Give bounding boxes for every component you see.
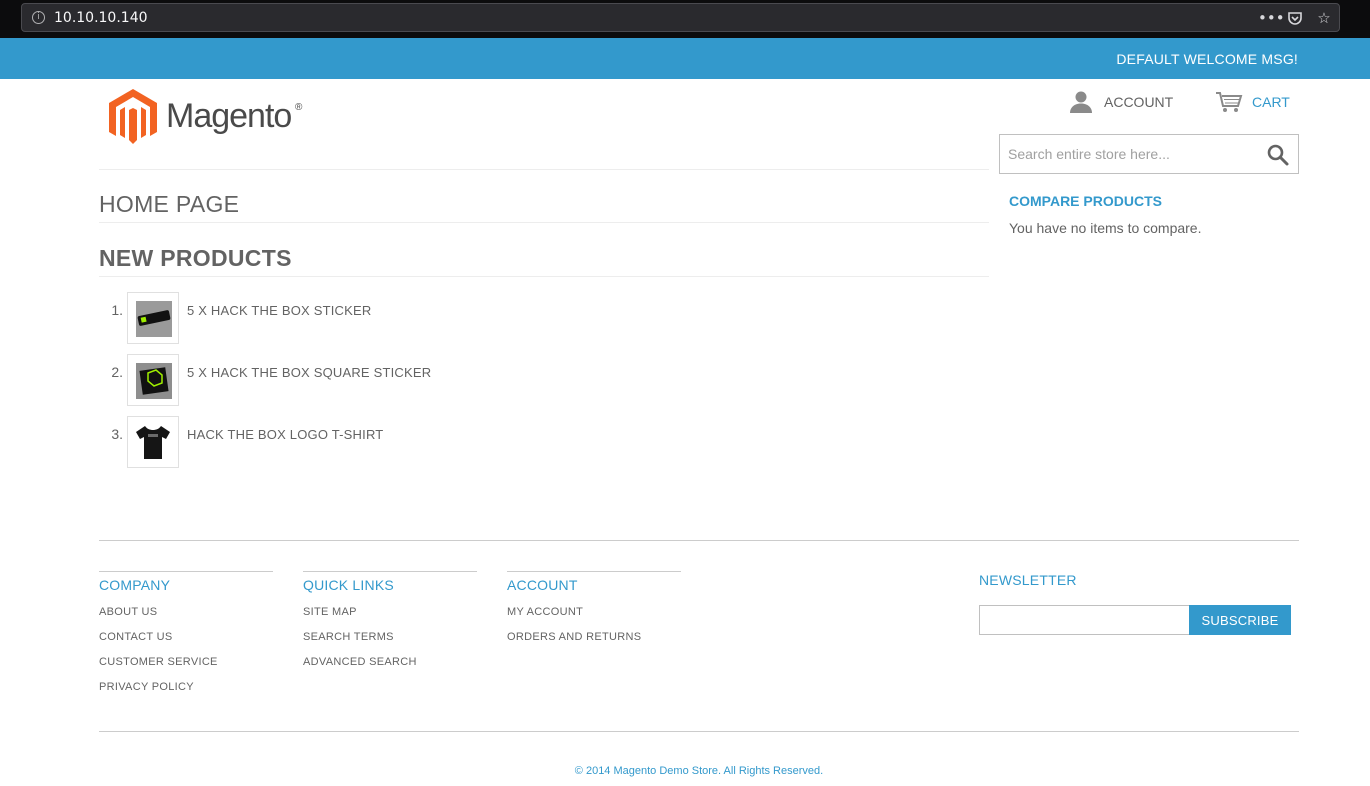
footer-link-my-account[interactable]: MY ACCOUNT bbox=[507, 606, 681, 631]
header-divider bbox=[99, 169, 989, 170]
newsletter-heading: NEWSLETTER bbox=[979, 572, 1077, 588]
logo-registered-mark: ® bbox=[295, 102, 303, 113]
subscribe-button[interactable]: SUBSCRIBE bbox=[1189, 605, 1291, 635]
magento-logo-icon bbox=[109, 89, 157, 144]
footer-column-title: QUICK LINKS bbox=[303, 577, 394, 593]
copyright-text: © 2014 Magento Demo Store. All Rights Re… bbox=[574, 765, 824, 777]
new-products-heading: NEW PRODUCTS bbox=[99, 245, 292, 271]
cart-label: CART bbox=[1252, 94, 1290, 110]
product-number: 2. bbox=[111, 364, 123, 380]
cart-icon bbox=[1216, 92, 1243, 112]
footer-column-quick-links: QUICK LINKS SITE MAP SEARCH TERMS ADVANC… bbox=[303, 571, 477, 681]
search-icon bbox=[1267, 144, 1289, 166]
newsletter-email-input[interactable] bbox=[979, 605, 1190, 635]
search-button[interactable] bbox=[1266, 143, 1290, 167]
product-link[interactable]: HACK THE BOX LOGO T-SHIRT bbox=[187, 427, 383, 442]
footer-link-search-terms[interactable]: SEARCH TERMS bbox=[303, 631, 477, 656]
search-box bbox=[999, 134, 1299, 174]
footer-link-about-us[interactable]: ABOUT US bbox=[99, 606, 273, 631]
magento-logo[interactable]: Magento ® bbox=[107, 88, 307, 146]
sticker-thumbnail[interactable] bbox=[127, 292, 179, 344]
logo-wordmark: Magento bbox=[166, 97, 292, 135]
browser-toolbar: i 10.10.10.140 ••• ☆ bbox=[0, 0, 1370, 38]
footer-link-advanced-search[interactable]: ADVANCED SEARCH bbox=[303, 656, 477, 681]
pocket-icon[interactable] bbox=[1285, 8, 1305, 28]
title-divider bbox=[99, 222, 989, 223]
welcome-bar: DEFAULT WELCOME MSG! bbox=[0, 38, 1370, 79]
footer-link-contact-us[interactable]: CONTACT US bbox=[99, 631, 273, 656]
welcome-message: DEFAULT WELCOME MSG! bbox=[1116, 51, 1298, 67]
footer-bottom-divider bbox=[99, 731, 1299, 732]
account-link[interactable]: ACCOUNT bbox=[1069, 90, 1173, 114]
page-title: HOME PAGE bbox=[99, 191, 240, 217]
address-bar[interactable]: i 10.10.10.140 ••• ☆ bbox=[21, 3, 1340, 32]
product-number: 1. bbox=[111, 302, 123, 318]
compare-empty-message: You have no items to compare. bbox=[1009, 220, 1202, 236]
column-divider bbox=[507, 571, 681, 572]
footer-link-privacy-policy[interactable]: PRIVACY POLICY bbox=[99, 681, 273, 706]
footer-link-orders-and-returns[interactable]: ORDERS AND RETURNS bbox=[507, 631, 681, 656]
section-divider bbox=[99, 276, 989, 277]
star-icon[interactable]: ☆ bbox=[1314, 8, 1334, 28]
person-icon bbox=[1070, 91, 1092, 113]
search-input[interactable] bbox=[1000, 135, 1260, 173]
footer-column-title: ACCOUNT bbox=[507, 577, 578, 593]
footer-link-site-map[interactable]: SITE MAP bbox=[303, 606, 477, 631]
footer-column-account: ACCOUNT MY ACCOUNT ORDERS AND RETURNS bbox=[507, 571, 681, 656]
footer-divider bbox=[99, 540, 1299, 541]
ellipsis-icon[interactable]: ••• bbox=[1258, 8, 1285, 28]
product-link[interactable]: 5 X HACK THE BOX STICKER bbox=[187, 303, 371, 318]
footer-column-company: COMPANY ABOUT US CONTACT US CUSTOMER SER… bbox=[99, 571, 273, 706]
footer-column-title: COMPANY bbox=[99, 577, 171, 593]
account-label: ACCOUNT bbox=[1104, 94, 1174, 110]
url-text[interactable]: 10.10.10.140 bbox=[54, 10, 148, 26]
product-link[interactable]: 5 X HACK THE BOX SQUARE STICKER bbox=[187, 365, 431, 380]
cart-link[interactable]: CART bbox=[1215, 90, 1290, 114]
column-divider bbox=[303, 571, 477, 572]
product-number: 3. bbox=[111, 426, 123, 442]
tshirt-thumbnail[interactable] bbox=[127, 416, 179, 468]
square-sticker-thumbnail[interactable] bbox=[127, 354, 179, 406]
footer-link-customer-service[interactable]: CUSTOMER SERVICE bbox=[99, 656, 273, 681]
info-icon[interactable]: i bbox=[32, 11, 45, 24]
compare-products-heading[interactable]: COMPARE PRODUCTS bbox=[1009, 193, 1162, 209]
column-divider bbox=[99, 571, 273, 572]
